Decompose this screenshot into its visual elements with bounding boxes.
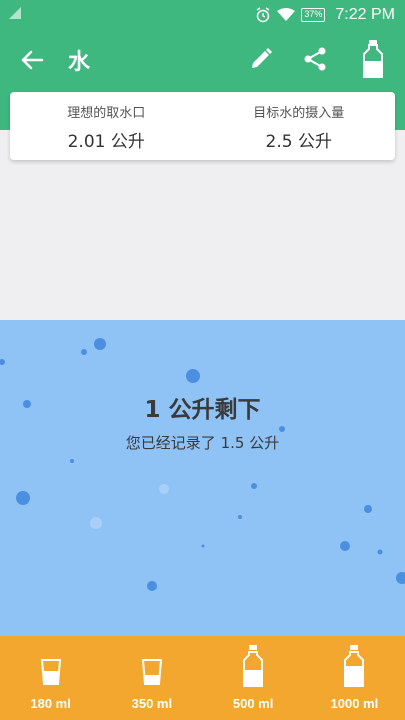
target-intake-value: 2.5 公升 [265, 132, 332, 152]
bubble [186, 369, 200, 383]
remaining-amount: 1 公升剩下 [144, 397, 261, 423]
bubble [16, 491, 30, 505]
drink-button-500ml[interactable]: 500 ml [203, 636, 304, 720]
clock: 7:22 PM [335, 6, 395, 23]
alarm-icon [256, 7, 270, 23]
share-icon[interactable] [302, 46, 328, 72]
target-intake[interactable]: 目标水的摄入量 2.5 公升 [203, 92, 396, 160]
back-arrow-icon[interactable] [18, 46, 46, 74]
battery-indicator: 37% [301, 8, 326, 22]
bubble [251, 483, 257, 489]
wifi-icon [277, 8, 296, 21]
bubble [201, 544, 205, 548]
bottle-large-icon [344, 645, 365, 687]
drink-bar: 180 ml 350 ml 500 ml 1000 ml [0, 636, 405, 720]
glass-small-icon [40, 659, 61, 685]
recorded-amount: 您已经记录了 1.5 公升 [125, 434, 280, 452]
bubble [159, 484, 169, 494]
bubble [340, 541, 350, 551]
ideal-intake-value: 2.01 公升 [67, 132, 145, 152]
bubble [0, 359, 5, 365]
glass-large-icon [141, 659, 162, 685]
bubble [81, 349, 87, 355]
drink-label: 500 ml [232, 696, 274, 711]
pencil-icon[interactable] [248, 46, 274, 72]
page-title: 水 [68, 50, 91, 75]
drink-button-350ml[interactable]: 350 ml [101, 636, 202, 720]
target-intake-label: 目标水的摄入量 [253, 106, 345, 121]
ideal-intake-label: 理想的取水口 [67, 106, 146, 121]
ideal-intake: 理想的取水口 2.01 公升 [10, 92, 203, 160]
bottle-icon[interactable] [360, 39, 386, 79]
bubble [377, 549, 383, 555]
drink-label: 350 ml [131, 696, 173, 711]
bubble [238, 515, 242, 519]
notification-icon [9, 7, 21, 19]
drink-button-1000ml[interactable]: 1000 ml [304, 636, 405, 720]
summary-card: 理想的取水口 2.01 公升 目标水的摄入量 2.5 公升 [10, 92, 395, 160]
bubble [364, 505, 372, 513]
bubble [147, 581, 157, 591]
drink-button-180ml[interactable]: 180 ml [0, 636, 101, 720]
bubble [94, 338, 106, 350]
toolbar: 水 [0, 30, 405, 90]
status-bar: 37% 7:22 PM [0, 0, 405, 30]
status-right: 37% 7:22 PM [255, 5, 395, 25]
water-bubbles [0, 338, 405, 591]
drink-label: 180 ml [30, 696, 71, 711]
bottle-small-icon [243, 645, 264, 687]
bubble [90, 517, 102, 529]
bubble [70, 459, 74, 463]
drink-label: 1000 ml [330, 696, 379, 711]
bubble [396, 572, 405, 584]
